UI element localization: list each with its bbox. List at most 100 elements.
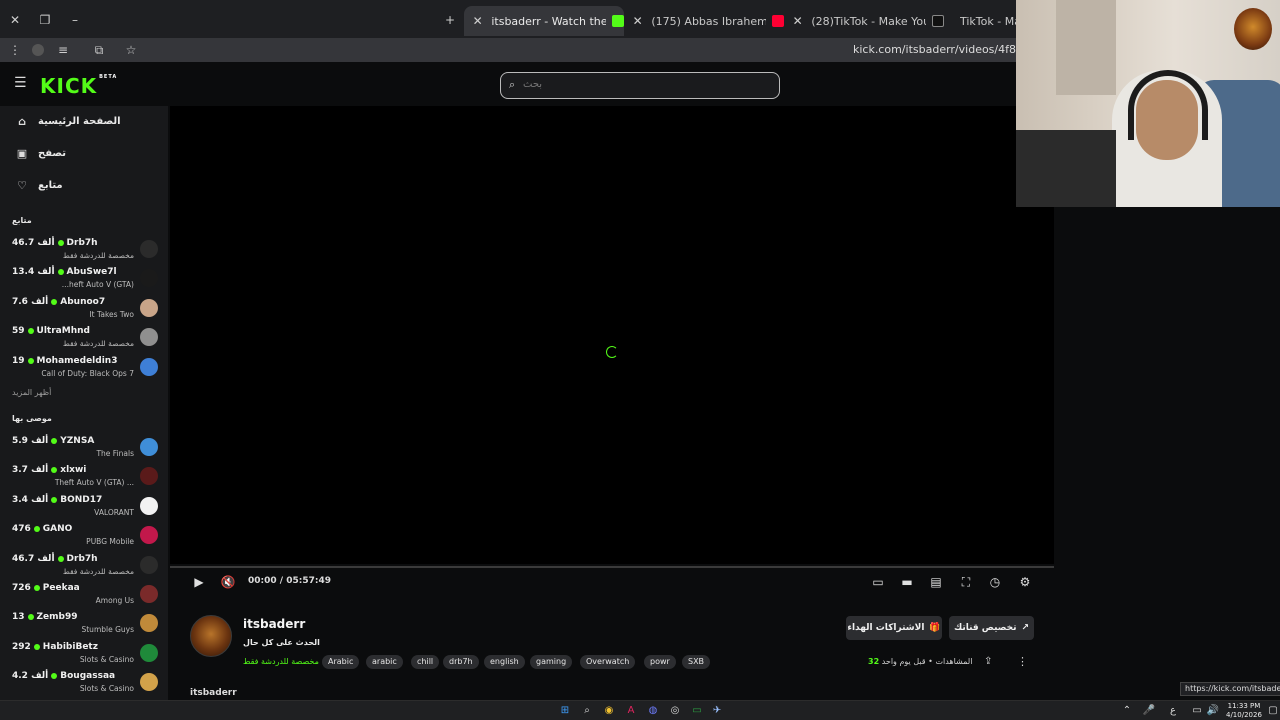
more-options-icon[interactable]: ⋮ [1017, 655, 1028, 668]
restore-window-icon[interactable]: ❐ [38, 13, 52, 27]
chrome-icon[interactable]: ◉ [602, 704, 616, 718]
sidebar-item-following[interactable]: ♡ متابع [14, 176, 63, 194]
volume-icon[interactable]: 🔊 [1206, 704, 1220, 718]
network-icon[interactable]: ▭ [1190, 704, 1204, 718]
live-dot-icon [51, 673, 58, 680]
tab-youtube[interactable]: ✕ (175) Abbas Ibrahem ... Al Mujd [624, 8, 784, 34]
tab-tiktok-2[interactable]: TikTok - Make Y [944, 8, 1024, 34]
settings-gear-icon[interactable]: ⚙ [1017, 574, 1033, 590]
close-tab-icon[interactable]: ✕ [790, 14, 805, 28]
kick-logo[interactable]: KICK BETA [40, 74, 117, 98]
viewer-count: 4.2 ألف [12, 671, 49, 682]
reading-list-icon[interactable]: ≡ [56, 43, 70, 57]
sidebar-channel-item[interactable]: 726 Peekaa Among Us [0, 581, 168, 609]
gift-subs-button[interactable]: الاشتراكات الهداء 🎁 [846, 616, 942, 640]
sidebar-channel-item[interactable]: 19 Mohamedeldin3 Call of Duty: Black Ops 7 [0, 354, 168, 382]
viewer-count: 59 [12, 326, 25, 337]
more-vertical-icon[interactable]: ⋮ [8, 43, 22, 57]
tag-chip[interactable]: english [484, 655, 525, 669]
app-icon[interactable]: A [624, 704, 638, 718]
channel-line: 13.4 ألف AbuSwe7l [12, 267, 117, 277]
sidebar-item-browse[interactable]: ▣ تصفح [14, 144, 66, 162]
about-heading: itsbaderr [190, 688, 237, 698]
lion-logo [1234, 8, 1272, 50]
channel-name: Drb7h [66, 553, 98, 564]
channel-name: xlxwi [60, 465, 87, 476]
video-player[interactable] [170, 106, 1054, 568]
playback-speed-icon[interactable]: ◷ [987, 574, 1003, 590]
avatar [140, 496, 158, 515]
captions-icon[interactable]: ▤ [928, 574, 944, 590]
theater-mode-icon[interactable]: ▬ [899, 574, 915, 590]
tag-chip[interactable]: powr [644, 655, 676, 669]
tag-chip[interactable]: SXB [682, 655, 711, 669]
discord-icon[interactable]: ◍ [646, 704, 660, 718]
minimize-window-icon[interactable]: – [68, 13, 82, 27]
tab-tiktok-1[interactable]: ✕ (28)TikTok - Make Your Day [784, 8, 944, 34]
sidebar-channel-item[interactable]: 13 Zemb99 Stumble Guys [0, 610, 168, 638]
sidebar-channel-item[interactable]: 5.9 ألف YZNSA The Finals [0, 434, 168, 462]
sidebar-channel-item[interactable]: 7.6 ألف Abunoo7 It Takes Two [0, 295, 168, 323]
tag-chip[interactable]: Overwatch [580, 655, 636, 669]
share-icon[interactable]: ⇪ [984, 656, 992, 667]
chevron-up-icon[interactable]: ⌃ [1120, 704, 1134, 718]
obs-icon[interactable]: ◎ [668, 704, 682, 718]
extensions-icon[interactable]: ⧉ [92, 43, 106, 57]
customize-channel-button[interactable]: تخصيص قناتك ↗ [949, 616, 1034, 640]
channel-line: 46.7 ألف Drb7h [12, 554, 98, 564]
following-section-title: متابع [12, 216, 32, 225]
tag-chip[interactable]: Arabic [322, 655, 360, 669]
language-indicator[interactable]: ع [1166, 704, 1180, 718]
live-dot-icon [51, 438, 58, 444]
sidebar-channel-item[interactable]: 46.7 ألف Drb7h مخصصة للدردشة فقط [0, 552, 168, 580]
avatar [140, 357, 158, 376]
new-tab-icon[interactable]: + [443, 13, 457, 27]
close-tab-icon[interactable]: ✕ [630, 14, 645, 28]
headphones [1128, 70, 1208, 140]
terminal-icon[interactable]: ▭ [690, 704, 704, 718]
tag-chip[interactable]: chill [411, 655, 440, 669]
tab-kick-vod[interactable]: ✕ itsbaderr - Watch the VOD on K [464, 6, 624, 36]
sidebar-channel-item[interactable]: 13.4 ألف AbuSwe7l ...heft Auto V (GTA) [0, 265, 168, 293]
microphone-icon[interactable]: 🎤 [1142, 704, 1156, 718]
youtube-favicon-icon [772, 15, 784, 27]
channel-name[interactable]: itsbaderr [243, 617, 305, 631]
sidebar-channel-item[interactable]: 3.4 ألف BOND17 VALORANT [0, 493, 168, 521]
sidebar-channel-item[interactable]: 4.2 ألف Bougassaa Slots & Casino [0, 669, 168, 697]
fullscreen-icon[interactable]: ⛶ [958, 574, 974, 590]
tag-chip[interactable]: drb7h [443, 655, 479, 669]
sidebar-channel-item[interactable]: 46.7 ألف Drb7h مخصصة للدردشة فقط [0, 236, 168, 264]
tag-chip[interactable]: gaming [530, 655, 573, 669]
search-input[interactable]: ⌕ بحث [500, 72, 780, 99]
sidebar-channel-item[interactable]: 59 UltraMhnd مخصصة للدردشة فقط [0, 324, 168, 352]
sidebar-channel-item[interactable]: 3.7 ألف xlxwi Theft Auto V (GTA) ... [0, 463, 168, 491]
search-icon[interactable]: ⌕ [580, 704, 594, 718]
sidebar-item-home[interactable]: ⌂ الصفحة الرئيسية [14, 112, 121, 130]
miniplayer-icon[interactable]: ▭ [870, 574, 886, 590]
bookmark-star-icon[interactable]: ☆ [124, 43, 138, 57]
steam-icon[interactable]: ✈ [710, 704, 724, 718]
channel-line: 726 Peekaa [12, 583, 80, 593]
channel-name: HabibiBetz [42, 641, 98, 652]
play-icon[interactable]: ▶ [191, 574, 207, 590]
show-more-link[interactable]: أظهر المزيد [12, 388, 51, 397]
time-display: 00:00 / 05:57:49 [248, 576, 331, 586]
tag-chip[interactable]: arabic [366, 655, 403, 669]
close-tab-icon[interactable]: ✕ [470, 14, 485, 28]
system-clock[interactable]: 11:33 PM 4/10/2026 [1226, 702, 1262, 720]
curtain [1056, 0, 1116, 95]
avatar [140, 240, 158, 258]
url-field[interactable]: kick.com/itsbaderr/videos/4f8 [853, 43, 1016, 56]
mute-icon[interactable]: 🔇 [220, 574, 236, 590]
channel-avatar[interactable] [190, 615, 232, 657]
notification-icon[interactable]: ▢ [1266, 704, 1280, 718]
windows-start-icon[interactable]: ⊞ [558, 704, 572, 718]
top-navbar: ☰ KICK BETA ⌕ بحث [0, 62, 1016, 106]
hamburger-menu-icon[interactable]: ☰ [14, 76, 28, 90]
close-window-icon[interactable]: ✕ [8, 13, 22, 27]
stream-category-link[interactable]: مخصصة للدردشة فقط [243, 657, 319, 666]
profile-icon[interactable] [32, 44, 44, 56]
link-status-bar: https://kick.com/itsbaderr [1180, 682, 1280, 696]
sidebar-channel-item[interactable]: 476 GANO PUBG Mobile [0, 522, 168, 550]
sidebar-channel-item[interactable]: 292 HabibiBetz Slots & Casino [0, 640, 168, 668]
